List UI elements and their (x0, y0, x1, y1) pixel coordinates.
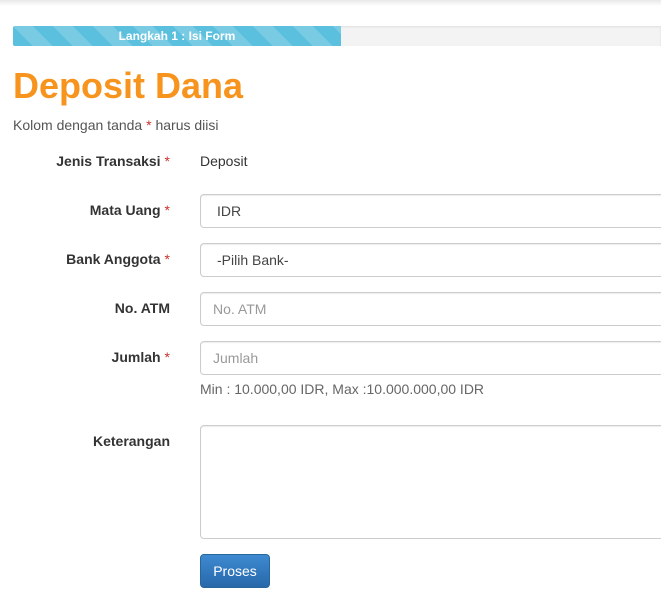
mata-uang-select[interactable]: IDR (200, 194, 661, 228)
required-marker: * (164, 251, 170, 267)
step-progress-label: Langkah 1 : Isi Form (118, 29, 236, 43)
required-marker: * (164, 349, 170, 365)
step-progress-fill: Langkah 1 : Isi Form (13, 26, 341, 46)
jumlah-input[interactable] (200, 341, 661, 375)
no-atm-label: No. ATM (115, 300, 170, 316)
top-edge-shadow (0, 0, 661, 6)
bank-anggota-label-text: Bank Anggota (66, 251, 161, 267)
bank-anggota-label: Bank Anggota * (66, 251, 170, 267)
jumlah-label-text: Jumlah (111, 349, 161, 365)
required-note-suffix: harus diisi (155, 117, 219, 133)
no-atm-input[interactable] (200, 292, 661, 326)
mata-uang-label: Mata Uang * (90, 202, 170, 218)
mata-uang-label-text: Mata Uang (89, 202, 161, 218)
no-atm-label-text: No. ATM (114, 300, 170, 316)
jumlah-limit-help: Min : 10.000,00 IDR, Max :10.000.000,00 … (200, 381, 485, 397)
bank-anggota-select[interactable]: -Pilih Bank- (200, 243, 661, 277)
page-title: Deposit Dana (13, 65, 244, 106)
keterangan-label-text: Keterangan (92, 433, 170, 449)
step-progress-bar: Langkah 1 : Isi Form (13, 26, 661, 46)
jenis-transaksi-value: Deposit (200, 153, 248, 169)
bank-anggota-selected-value: -Pilih Bank- (217, 252, 289, 268)
keterangan-textarea[interactable] (200, 425, 661, 539)
jenis-transaksi-label-text: Jenis Transaksi (56, 153, 161, 169)
mata-uang-selected-value: IDR (217, 203, 242, 219)
proses-button[interactable]: Proses (200, 554, 270, 588)
jenis-transaksi-label: Jenis Transaksi * (56, 153, 170, 169)
required-marker: * (146, 117, 152, 133)
required-note-prefix: Kolom dengan tanda (13, 117, 143, 133)
required-marker: * (164, 202, 170, 218)
jumlah-label: Jumlah * (112, 349, 170, 365)
required-marker: * (164, 153, 170, 169)
required-fields-note: Kolom dengan tanda * harus diisi (13, 117, 218, 133)
keterangan-label: Keterangan (93, 433, 170, 449)
